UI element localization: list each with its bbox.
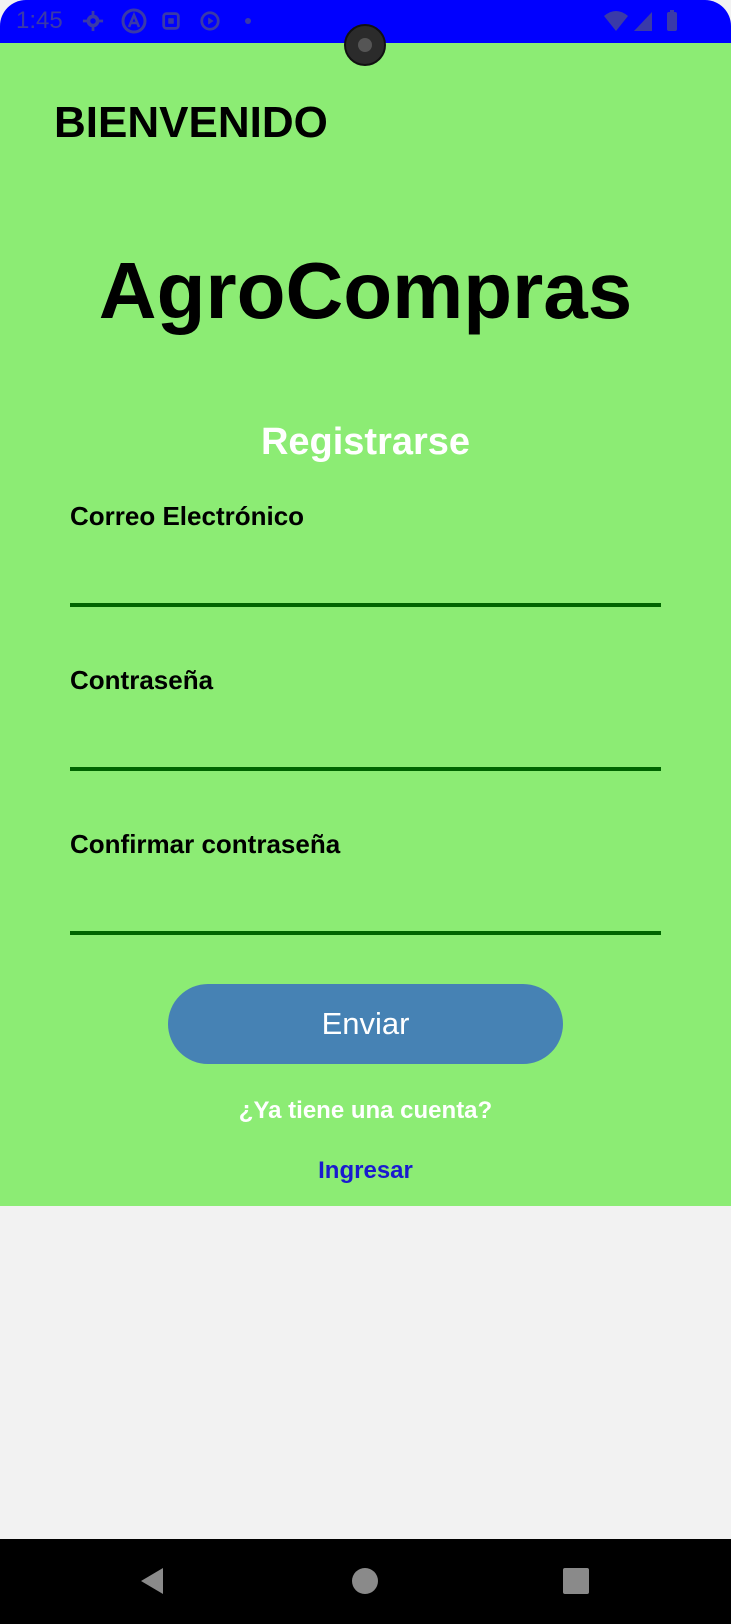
welcome-title: BIENVENIDO: [54, 98, 328, 147]
settings-gear-icon: [82, 10, 104, 32]
password-input[interactable]: [70, 731, 661, 771]
password-field-group: Contraseña: [70, 665, 661, 771]
confirm-password-label: Confirmar contraseña: [70, 829, 341, 859]
front-camera: [344, 24, 386, 66]
password-label: Contraseña: [70, 665, 214, 695]
record-circle-icon: [200, 11, 220, 31]
have-account-text: ¿Ya tiene una cuenta?: [238, 1097, 493, 1124]
status-time: 1:45: [16, 7, 63, 34]
back-icon[interactable]: [133, 1561, 173, 1601]
brand-name: AgroCompras: [98, 246, 633, 335]
submit-button[interactable]: Enviar: [168, 984, 563, 1064]
email-field-group: Correo Electrónico: [70, 501, 661, 607]
email-label: Correo Electrónico: [70, 501, 305, 531]
confirm-password-field-group: Confirmar contraseña: [70, 829, 661, 935]
calendar-box-icon: [162, 12, 180, 30]
recents-icon[interactable]: [556, 1561, 596, 1601]
signal-icon: [634, 12, 652, 31]
confirm-password-input[interactable]: [70, 895, 661, 935]
home-icon[interactable]: [345, 1561, 385, 1601]
wifi-icon: [604, 11, 628, 31]
dot-icon: [245, 18, 251, 24]
battery-icon: [667, 10, 677, 31]
a-circle-icon: [121, 8, 147, 34]
login-link[interactable]: Ingresar: [0, 1157, 731, 1185]
nav-bar: [0, 1539, 731, 1624]
app-screen: BIENVENIDO AgroCompras Registrarse Corre…: [0, 43, 731, 1206]
form-title: Registrarse: [260, 421, 471, 463]
email-input[interactable]: [70, 567, 661, 607]
